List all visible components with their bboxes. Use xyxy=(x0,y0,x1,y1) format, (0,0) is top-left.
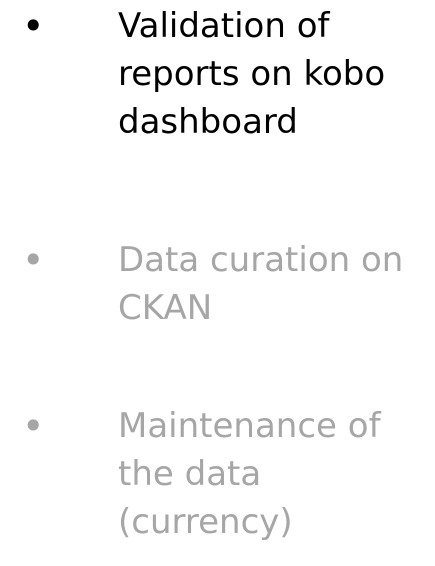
bullet-text: Data curation on CKAN xyxy=(118,240,404,328)
bullet-text: Maintenance of the data (currency) xyxy=(118,406,381,542)
bullet-marker: • xyxy=(22,238,45,282)
bullet-text: Validation of reports on kobo dashboard xyxy=(118,6,386,142)
bullet-marker: • xyxy=(22,404,45,448)
bullet-marker: • xyxy=(22,4,45,48)
slide: • Validation of reports on kobo dashboar… xyxy=(0,0,435,566)
